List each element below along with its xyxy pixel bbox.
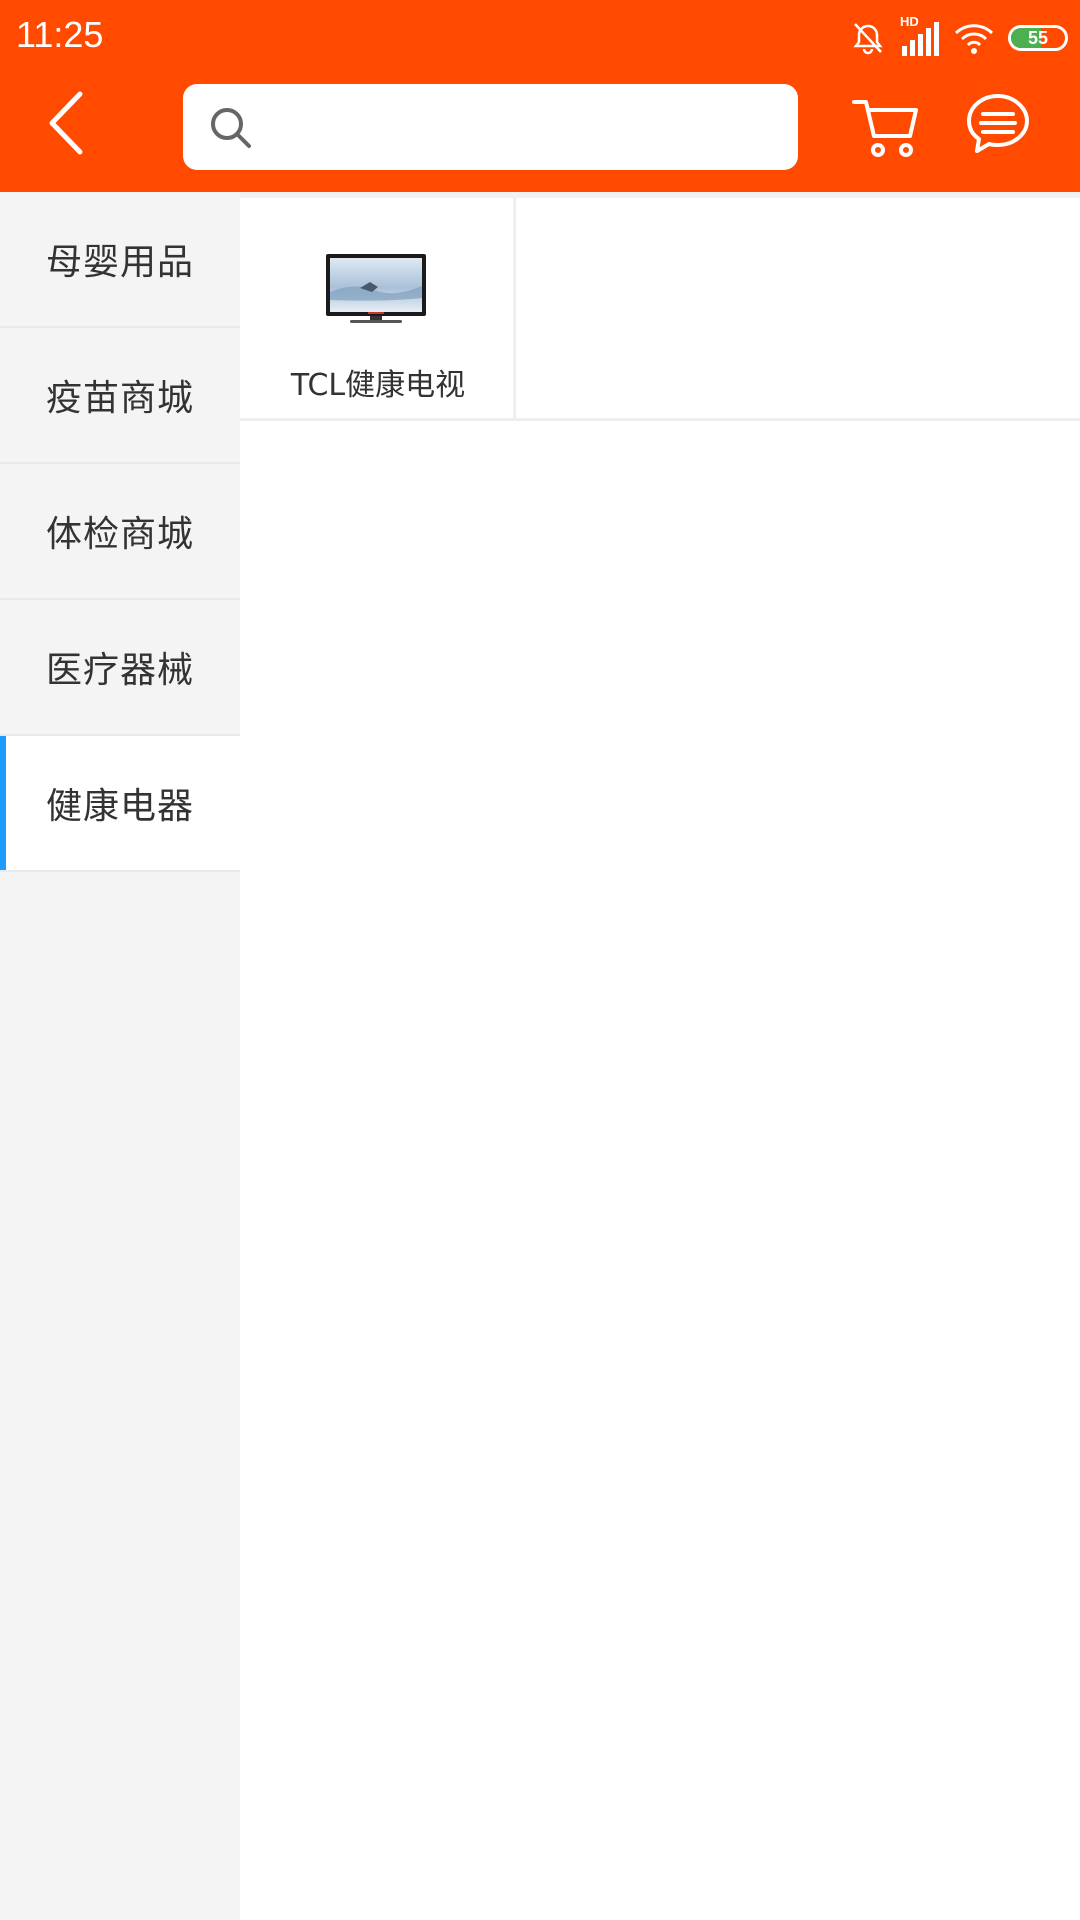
sidebar-item-label: 体检商城 [45, 514, 194, 555]
product-content: TCL健康电视 [240, 192, 1080, 1920]
back-button[interactable] [40, 88, 100, 158]
chevron-left-icon [49, 91, 83, 155]
tv-icon [326, 254, 426, 323]
sidebar-item-label: 母婴用品 [45, 242, 194, 283]
status-time: 11:25 [16, 14, 104, 55]
mute-alarm-icon [853, 23, 883, 55]
sidebar-item-label: 医疗器械 [45, 650, 194, 691]
search-box[interactable] [183, 84, 798, 172]
wifi-icon [954, 24, 994, 54]
signal-indicator: HD [900, 14, 940, 58]
sidebar-item-maternal-baby[interactable]: 母婴用品 [0, 192, 240, 328]
search-icon [211, 108, 251, 148]
battery-level: 55 [1027, 28, 1049, 48]
divider [240, 418, 1080, 421]
product-name: TCL健康电视 [290, 368, 466, 403]
battery-icon: 55 [1008, 25, 1068, 51]
sidebar-item-health-appliances[interactable]: 健康电器 [0, 736, 240, 872]
cart-button[interactable] [850, 92, 922, 162]
cart-icon [852, 100, 918, 157]
sidebar-item-vaccine-mall[interactable]: 疫苗商城 [0, 328, 240, 464]
sidebar-item-medical-devices[interactable]: 医疗器械 [0, 600, 240, 736]
divider [240, 192, 1080, 198]
product-card[interactable]: TCL健康电视 [240, 198, 516, 418]
search-input[interactable] [267, 84, 781, 172]
message-button[interactable] [965, 92, 1031, 158]
category-sidebar: 母婴用品 疫苗商城 体检商城 医疗器械 健康电器 [0, 192, 240, 1920]
sidebar-item-label: 疫苗商城 [45, 378, 194, 419]
message-icon [967, 94, 1029, 153]
top-bar: 11:25 HD 55 [0, 0, 1080, 192]
sidebar-item-label: 健康电器 [45, 786, 194, 827]
sidebar-item-checkup-mall[interactable]: 体检商城 [0, 464, 240, 600]
signal-icon [902, 22, 939, 56]
status-icons: HD 55 [850, 14, 1068, 60]
